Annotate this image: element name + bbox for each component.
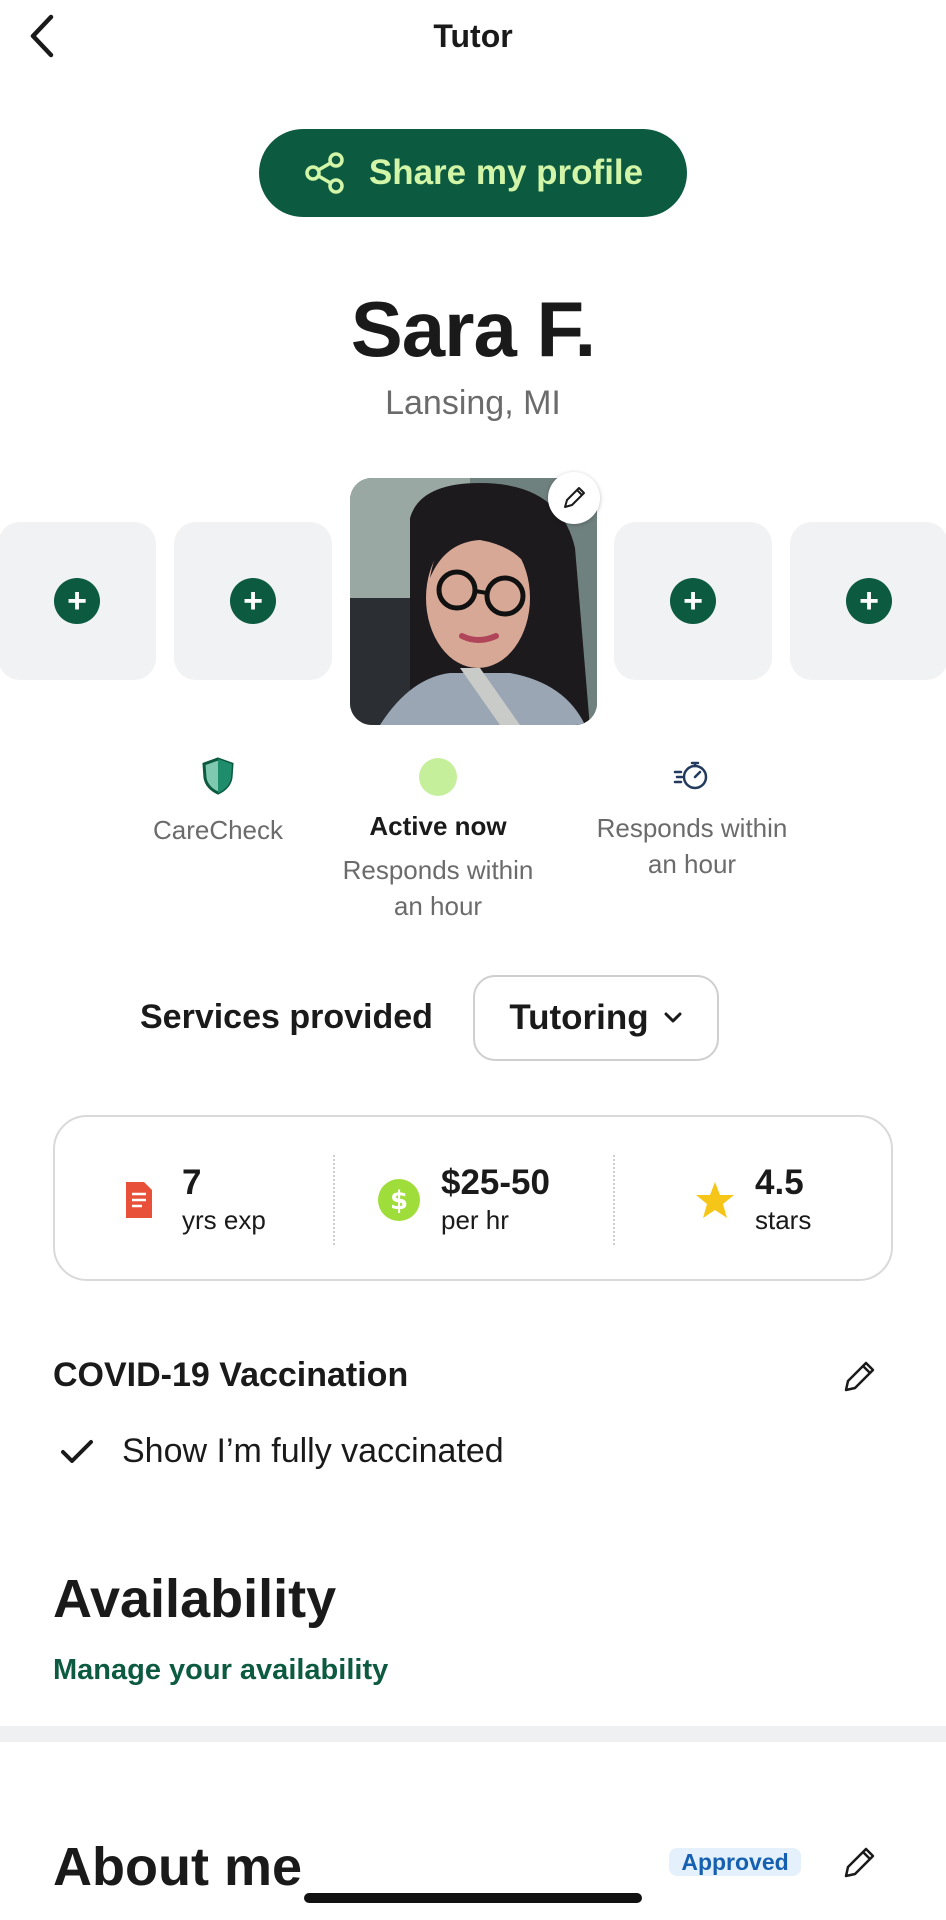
active-now-label: Active now — [369, 811, 507, 841]
share-icon — [305, 152, 344, 194]
vaccination-status-label: Show I’m fully vaccinated — [122, 1432, 504, 1470]
add-photo-slot[interactable]: + — [790, 522, 946, 680]
stats-card: 7 yrs exp $ $25-50 per hr 4.5 stars — [53, 1115, 893, 1281]
response-time-label: Responds within an hour — [596, 813, 788, 879]
stat-divider — [613, 1155, 615, 1245]
pencil-icon — [844, 1847, 875, 1878]
svg-text:$: $ — [390, 1186, 408, 1216]
services-label: Services provided — [140, 998, 433, 1036]
checkmark-icon — [61, 1439, 93, 1463]
plus-icon: + — [54, 578, 100, 624]
carecheck-label: CareCheck — [152, 815, 284, 845]
vaccination-status: Show I’m fully vaccinated — [60, 1432, 504, 1471]
plus-icon: + — [230, 578, 276, 624]
home-indicator — [304, 1893, 642, 1903]
star-icon — [696, 1182, 734, 1218]
chevron-down-icon — [664, 1012, 682, 1023]
edit-vaccination-button[interactable] — [832, 1348, 888, 1404]
carecheck-badge: CareCheck — [130, 756, 306, 848]
covid-section-title: COVID-19 Vaccination — [53, 1356, 409, 1394]
rating-unit: stars — [755, 1205, 812, 1235]
pencil-icon — [564, 487, 585, 508]
share-profile-label: Share my profile — [368, 153, 644, 192]
approved-badge: Approved — [669, 1848, 801, 1876]
rate-unit: per hr — [441, 1205, 509, 1235]
stopwatch-icon — [673, 761, 708, 790]
about-title: About me — [53, 1837, 302, 1897]
services-selected-value: Tutoring — [509, 998, 649, 1037]
dollar-icon: $ — [378, 1179, 420, 1221]
section-divider — [0, 1726, 946, 1742]
add-photo-slot[interactable]: + — [0, 522, 156, 680]
pencil-icon — [844, 1361, 875, 1392]
stat-divider — [333, 1155, 335, 1245]
experience-stat: 7 yrs exp — [124, 1117, 266, 1283]
plus-icon: + — [846, 578, 892, 624]
share-profile-button[interactable]: Share my profile — [259, 129, 687, 217]
services-dropdown[interactable]: Tutoring — [473, 975, 719, 1061]
profile-name: Sara F. — [350, 285, 596, 373]
response-time-badge: Responds within an hour — [582, 758, 802, 882]
manage-availability-link[interactable]: Manage your availability — [53, 1654, 388, 1687]
shield-icon — [202, 757, 234, 795]
rating-stat: 4.5 stars — [695, 1117, 811, 1283]
page-title: Tutor — [433, 18, 513, 54]
document-icon — [126, 1182, 152, 1218]
rate-value: $25-50 — [441, 1163, 550, 1202]
rating-value: 4.5 — [755, 1163, 804, 1202]
status-dot-icon — [419, 758, 457, 796]
experience-value: 7 — [182, 1163, 202, 1202]
add-photo-slot[interactable]: + — [614, 522, 772, 680]
rate-stat: $ $25-50 per hr — [377, 1117, 550, 1283]
availability-title: Availability — [53, 1569, 337, 1629]
edit-photo-button[interactable] — [548, 472, 600, 524]
add-photo-slot[interactable]: + — [174, 522, 332, 680]
active-now-badge: Active now Responds within an hour — [328, 758, 548, 924]
profile-location: Lansing, MI — [385, 384, 561, 422]
plus-icon: + — [670, 578, 716, 624]
active-response-time: Responds within an hour — [342, 855, 534, 921]
edit-about-button[interactable] — [832, 1834, 888, 1890]
experience-unit: yrs exp — [182, 1205, 266, 1235]
